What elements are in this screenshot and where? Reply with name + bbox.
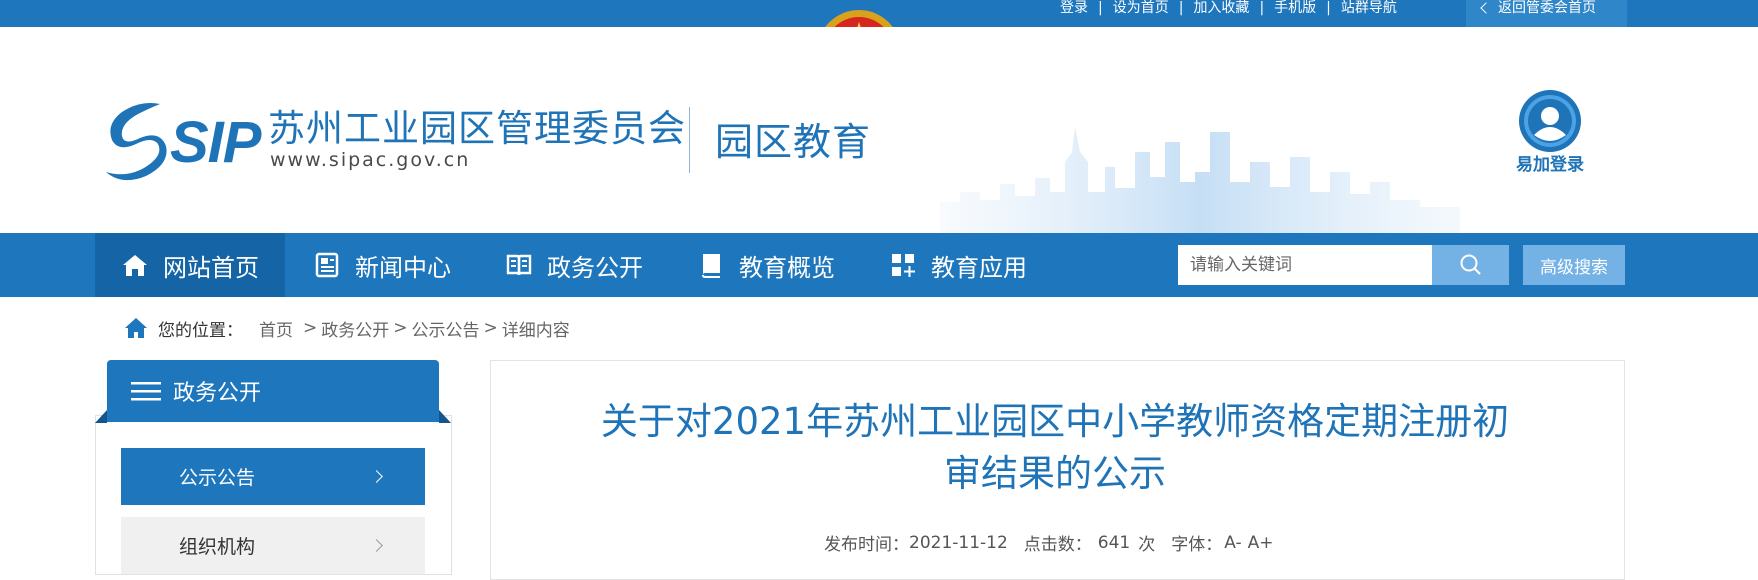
sidebar-item-label: 公示公告 — [179, 467, 256, 489]
breadcrumb-government-link[interactable]: 政务公开 — [321, 316, 389, 341]
chevron-left-icon — [1480, 2, 1492, 14]
yijia-login-button[interactable]: 易加登录 — [1500, 89, 1600, 175]
back-to-committee-button[interactable]: 返回管委会首页 — [1466, 0, 1627, 27]
advanced-search-button[interactable]: 高级搜索 — [1523, 245, 1625, 285]
top-separator: | — [1098, 0, 1103, 16]
site-title: 苏州工业园区管理委员会 — [268, 107, 686, 150]
breadcrumb-separator: > — [393, 318, 408, 338]
font-size-label: 字体： — [1171, 535, 1223, 555]
sidebar-ribbon-fold-right — [439, 410, 451, 423]
top-links: 登录 | 设为首页 | 加入收藏 | 手机版 | 站群导航 — [1060, 0, 1397, 16]
sip-logo-text: SIP — [170, 110, 261, 175]
nav-item-label: 政务公开 — [547, 253, 643, 282]
nav-item-label: 教育应用 — [931, 253, 1027, 282]
site-header: SIP 苏州工业园区管理委员会 www.sipac.gov.cn 园区教育 易加… — [0, 27, 1758, 233]
newspaper-icon — [315, 252, 339, 278]
breadcrumb-label: 您的位置： — [158, 320, 243, 341]
publish-label: 发布时间： — [824, 535, 909, 555]
breadcrumb-current: 详细内容 — [501, 320, 570, 341]
nav-item-education-apps[interactable]: 教育应用 — [861, 233, 1053, 297]
nav-item-government-affairs[interactable]: 政务公开 — [477, 233, 669, 297]
nav-item-education-overview[interactable]: 教育概览 — [669, 233, 861, 297]
home-icon — [123, 255, 147, 276]
breadcrumb: 您的位置： 首页 > 政务公开 > 公示公告 > 详细内容 — [124, 316, 570, 341]
sidebar-title-label: 政务公开 — [173, 381, 262, 406]
article-title-line-1: 关于对2021年苏州工业园区中小学教师资格定期注册初 — [600, 400, 1510, 443]
city-skyline-illustration — [940, 127, 1460, 233]
nav-item-label: 教育概览 — [739, 253, 835, 282]
user-avatar-icon — [1519, 90, 1581, 152]
set-homepage-link[interactable]: 设为首页 — [1113, 0, 1169, 16]
menu-icon — [131, 382, 161, 401]
main-nav: 网站首页 新闻中心 政务公开 教育概览 教育应用 高级搜索 — [0, 233, 1758, 297]
chevron-right-icon — [370, 539, 383, 552]
search-button[interactable] — [1432, 245, 1509, 285]
sip-logo-mark-icon — [106, 103, 167, 181]
login-link[interactable]: 登录 — [1060, 0, 1088, 16]
search-icon — [1460, 254, 1481, 275]
yijia-login-label: 易加登录 — [1516, 155, 1584, 175]
breadcrumb-separator: > — [483, 318, 498, 338]
mobile-version-link[interactable]: 手机版 — [1274, 0, 1316, 16]
publish-date: 2021-11-12 — [909, 532, 1008, 553]
apps-icon — [892, 254, 915, 277]
font-smaller-button[interactable]: A- — [1224, 533, 1241, 553]
chevron-right-icon — [370, 470, 383, 483]
nav-item-home[interactable]: 网站首页 — [95, 233, 285, 297]
font-larger-button[interactable]: A+ — [1248, 533, 1274, 553]
header-divider — [689, 107, 690, 173]
top-separator: | — [1178, 0, 1184, 16]
back-to-committee-label: 返回管委会首页 — [1498, 0, 1596, 16]
article-meta: 发布时间： 2021-11-12 点击数： 641 次 字体： A- A+ — [824, 530, 1274, 556]
top-separator: | — [1326, 0, 1331, 16]
top-separator: | — [1259, 0, 1265, 16]
book-icon — [506, 254, 532, 276]
sidebar-ribbon-fold-left — [95, 410, 107, 423]
article-title: 关于对2021年苏州工业园区中小学教师资格定期注册初 审结果的公示 — [540, 396, 1570, 500]
site-url: www.sipac.gov.cn — [270, 149, 471, 171]
site-group-nav-link[interactable]: 站群导航 — [1341, 0, 1397, 16]
nav-item-news[interactable]: 新闻中心 — [285, 233, 477, 297]
breadcrumb-home-link[interactable]: 首页 — [259, 316, 293, 341]
search-input[interactable] — [1178, 245, 1432, 285]
section-name: 园区教育 — [715, 120, 872, 164]
breadcrumb-separator: > — [303, 318, 318, 338]
clicks-unit: 次 — [1138, 535, 1156, 555]
clicks-label: 点击数： — [1023, 535, 1092, 555]
sidebar-item-notices[interactable]: 公示公告 — [121, 448, 425, 505]
sidebar-item-organization[interactable]: 组织机构 — [121, 517, 425, 574]
sidebar-item-label: 组织机构 — [179, 536, 256, 558]
clicks-count: 641 — [1097, 532, 1131, 553]
nav-item-label: 新闻中心 — [355, 253, 451, 282]
nav-item-label: 网站首页 — [163, 253, 259, 282]
booklet-icon — [702, 254, 720, 278]
add-favorite-link[interactable]: 加入收藏 — [1193, 0, 1249, 16]
home-icon — [125, 318, 147, 338]
article-title-line-2: 审结果的公示 — [944, 452, 1166, 495]
breadcrumb-notice-link[interactable]: 公示公告 — [412, 316, 480, 341]
sidebar-title: 政务公开 — [107, 360, 439, 422]
